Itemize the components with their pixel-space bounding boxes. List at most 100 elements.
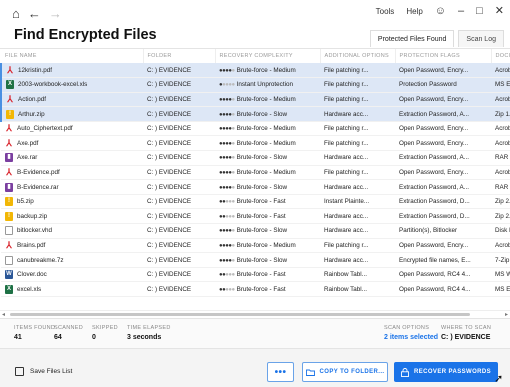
tab-protected-files-found[interactable]: Protected Files Found [369, 30, 455, 47]
column-header-additional-options[interactable]: ADDITIONAL OPTIONS [320, 49, 396, 63]
window-controls: Tools Help ☺ – □ ✕ [376, 6, 504, 17]
cell-file-name: X 2003-workbook-excel.xls [0, 77, 143, 93]
cell-file-name: ⅄ Auto_Ciphertext.pdf [1, 121, 143, 137]
more-options-button[interactable]: ••• [267, 362, 294, 382]
cell-recovery-complexity: ●●●●● Brute-force - Medium [215, 165, 320, 181]
complexity-level-dots: ●●●●● [219, 140, 235, 147]
table-row[interactable]: ⅄ Axe.pdf C: ) EVIDENCE ●●●●● Brute-force - … [1, 135, 510, 152]
cell-recovery-complexity: ●●●●● Instant Unprotection [215, 77, 320, 93]
complexity-level-dots: ●●●●● [219, 242, 235, 249]
back-arrow-icon[interactable]: ← [28, 7, 41, 20]
cell-recovery-complexity: ●●●●● Brute-force - Slow [215, 106, 320, 122]
cell-recovery-complexity: ●●●●● Brute-force - Fast [215, 267, 320, 283]
home-icon[interactable]: ⌂ [12, 7, 20, 20]
complexity-level-dots: ●●●●● [219, 257, 235, 264]
scanned-label: SCANNED [54, 325, 83, 331]
tab-scan-log[interactable]: Scan Log [458, 30, 504, 47]
scanned-value: 64 [54, 334, 62, 341]
help-menu[interactable]: Help [406, 7, 422, 16]
complexity-text: Brute-force - Slow [236, 110, 288, 118]
cell-folder: C: ) EVIDENCE [143, 121, 215, 137]
table-row[interactable]: ⅄ Auto_Ciphertext.pdf C: ) EVIDENCE ●●●●● Br… [1, 121, 510, 137]
column-header-recovery-complexity[interactable]: RECOVERY COMPLEXITY [215, 49, 321, 63]
time-elapsed-stat: TIME ELAPSED 3 seconds [127, 325, 171, 341]
forward-arrow-icon[interactable]: → [49, 7, 62, 20]
cell-document: RAR 5 [491, 179, 510, 195]
table-row[interactable]: canubreakme.7z C: ) EVIDENCE ●●●●● Brute-fo… [1, 252, 510, 268]
complexity-level-dots: ●●●●● [219, 272, 235, 279]
cell-folder: C: ) EVIDENCE [143, 165, 215, 181]
scan-options-link[interactable]: 2 items selected [384, 334, 438, 341]
table-header: FILE NAME FOLDER RECOVERY COMPLEXITY ADD… [1, 49, 510, 63]
cell-document: MS Ex [491, 77, 510, 93]
files-table: FILE NAME FOLDER RECOVERY COMPLEXITY ADD… [0, 48, 510, 310]
cell-protection-flags: Partition(s), Bitlocker [395, 223, 491, 239]
scan-options-label: SCAN OPTIONS [384, 325, 430, 331]
cell-folder: C: ) EVIDENCE [143, 179, 215, 195]
maximize-icon[interactable]: □ [476, 6, 483, 17]
scroll-left-icon[interactable]: ◂ [2, 311, 5, 318]
scrollbar-thumb[interactable] [10, 313, 470, 316]
table-row[interactable]: ! backup.zip C: ) EVIDENCE ●●●●● Brute-force… [1, 208, 510, 225]
table-row[interactable]: ▮ B-Evidence.rar C: ) EVIDENCE ●●●●● Brute-f… [1, 179, 510, 195]
complexity-text: Brute-force - Medium [236, 139, 296, 147]
cell-document: Disk I [491, 223, 510, 239]
table-row[interactable]: ⅄ Brains.pdf C: ) EVIDENCE ●●●●● Brute-force… [1, 238, 510, 254]
table-row[interactable]: ! Arthur.zip C: ) EVIDENCE ●●●●● Brute-force… [0, 106, 510, 122]
table-row[interactable]: W Clover.doc C: ) EVIDENCE ●●●●● Brute-force… [1, 267, 510, 283]
table-row[interactable]: Xexcel.xls C: ) EVIDENCE ●●●●● Brute-force … [1, 281, 510, 297]
cell-document: Acrob [491, 121, 510, 137]
cell-file-name: Xexcel.xls [1, 281, 143, 297]
table-row[interactable]: ! b5.zip C: ) EVIDENCE ●●●●● Brute-force - F… [1, 194, 510, 210]
cell-folder: C: ) EVIDENCE [143, 252, 215, 268]
cell-recovery-complexity: ●●●●● Brute-force - Slow [215, 223, 320, 239]
complexity-level-dots: ●●●●● [219, 67, 235, 74]
recover-passwords-button[interactable]: RECOVER PASSWORDS [394, 362, 498, 382]
cell-additional-options: Hardware acc... [320, 150, 395, 166]
items-found-stat: ITEMS FOUND 41 [14, 325, 55, 341]
table-row[interactable]: ⅄ B-Evidence.pdf C: ) EVIDENCE ●●●●● Brute-f… [1, 165, 510, 181]
pdf-file-icon: ⅄ [7, 93, 13, 104]
file-name-text: Axe.pdf [17, 139, 39, 147]
cell-protection-flags: Extraction Password, A... [395, 150, 491, 166]
tools-menu[interactable]: Tools [376, 7, 395, 16]
complexity-text: Brute-force - Medium [236, 95, 296, 103]
save-files-list-button[interactable]: Save Files List [15, 367, 72, 376]
column-header-folder[interactable]: FOLDER [143, 49, 216, 63]
cell-document: Acrob [491, 238, 510, 254]
cell-file-name: bitlocker.vhd [1, 223, 143, 239]
table-row[interactable]: ⅄ Action.pdf C: ) EVIDENCE ●●●●● Brute-force… [0, 92, 510, 108]
cell-document: RAR 5 [491, 150, 510, 166]
cell-additional-options: Hardware acc... [320, 252, 395, 268]
cell-file-name: ! backup.zip [1, 208, 143, 225]
column-header-file-name[interactable]: FILE NAME [1, 49, 144, 63]
horizontal-scrollbar[interactable]: ◂ ▸ [0, 310, 510, 318]
complexity-level-dots: ●●●●● [219, 82, 235, 89]
table-row[interactable]: ▮ Axe.rar C: ) EVIDENCE ●●●●● Brute-force - … [1, 150, 510, 166]
file-name-text: Clover.doc [17, 271, 47, 279]
complexity-level-dots: ●●●●● [219, 286, 235, 293]
cell-folder: C: ) EVIDENCE [143, 77, 215, 93]
cell-protection-flags: Encrypted file names, E... [395, 252, 491, 268]
cell-protection-flags: Open Password, Encry... [395, 135, 491, 152]
close-icon[interactable]: ✕ [495, 6, 504, 17]
pdf-file-icon: ⅄ [6, 239, 12, 250]
table-row[interactable]: X 2003-workbook-excel.xls C: ) EVIDENCE ●●●… [0, 77, 510, 93]
copy-to-folder-button[interactable]: COPY TO FOLDER... [302, 362, 388, 382]
lock-icon [401, 367, 409, 377]
file-name-text: 2003-workbook-excel.xls [18, 81, 88, 89]
minimize-icon[interactable]: – [458, 6, 464, 17]
column-header-document[interactable]: DOCU [491, 49, 510, 63]
feedback-smiley-icon[interactable]: ☺ [435, 6, 446, 17]
column-header-protection-flags[interactable]: PROTECTION FLAGS [395, 49, 492, 63]
recover-passwords-label: RECOVER PASSWORDS [413, 369, 492, 375]
scroll-right-icon[interactable]: ▸ [505, 311, 508, 318]
complexity-level-dots: ●●●●● [219, 228, 235, 235]
where-to-scan-value[interactable]: C: ) EVIDENCE [441, 334, 491, 341]
time-elapsed-value: 3 seconds [127, 334, 162, 341]
cell-protection-flags: Extraction Password, A... [395, 106, 491, 122]
cell-additional-options: File patching r... [320, 121, 395, 137]
table-row[interactable]: ⅄ 12kristin.pdf C: ) EVIDENCE ●●●●● Brute-fo… [0, 63, 510, 79]
cell-additional-options: File patching r... [320, 63, 395, 79]
table-row[interactable]: bitlocker.vhd C: ) EVIDENCE ●●●●● Brute-for… [1, 223, 510, 239]
